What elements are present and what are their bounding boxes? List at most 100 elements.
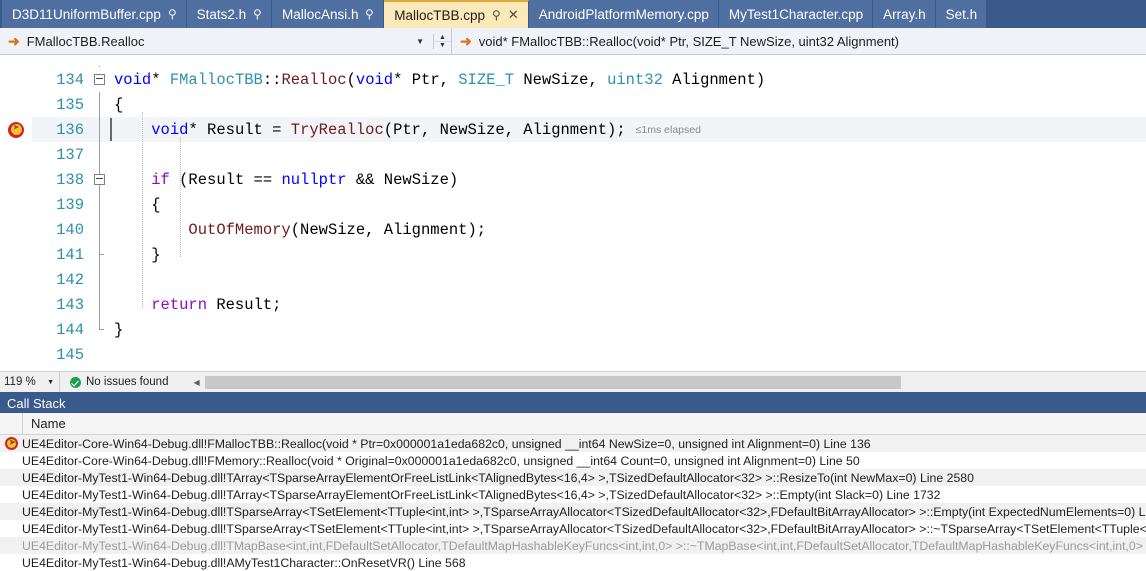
hscroll-track[interactable] xyxy=(204,375,1146,389)
code-line[interactable]: 140 OutOfMemory(NewSize, Alignment); xyxy=(0,217,1146,242)
code-token: uint32 xyxy=(607,70,663,89)
editor-tab[interactable]: Set.h xyxy=(935,0,988,28)
code-line[interactable]: 134 void* FMallocTBB::Realloc(void* Ptr, … xyxy=(0,67,1146,92)
editor-tab[interactable]: AndroidPlatformMemory.cpp xyxy=(528,0,719,28)
editor-tab[interactable]: MallocTBB.cpp ⚲ ✕ xyxy=(384,0,529,28)
fold-column[interactable] xyxy=(88,142,110,167)
fold-column[interactable] xyxy=(88,292,110,317)
code-token: * Result = xyxy=(188,120,291,139)
code-text[interactable] xyxy=(110,267,1146,292)
code-line[interactable]: 141 } xyxy=(0,242,1146,267)
editor-tab[interactable]: Array.h xyxy=(873,0,936,28)
code-text[interactable]: } xyxy=(110,317,1146,342)
code-text[interactable] xyxy=(110,142,1146,167)
pin-icon[interactable]: ⚲ xyxy=(492,8,501,22)
code-text[interactable]: void* FMallocTBB::Realloc(void* Ptr, SIZ… xyxy=(110,67,1146,92)
code-line[interactable]: 144} xyxy=(0,317,1146,342)
code-line[interactable]: 142 xyxy=(0,267,1146,292)
code-text[interactable]: OutOfMemory(NewSize, Alignment); xyxy=(110,217,1146,242)
code-line[interactable]: 135 { xyxy=(0,92,1146,117)
code-editor[interactable]: 133134void* FMallocTBB::Realloc(void* Pt… xyxy=(0,55,1146,392)
code-token: nullptr xyxy=(281,170,347,189)
scroll-left-icon[interactable]: ◀ xyxy=(188,378,204,387)
code-token: (Ptr, NewSize, Alignment); xyxy=(383,120,626,139)
call-stack-row[interactable]: ➤ UE4Editor-Core-Win64-Debug.dll!FMallocT… xyxy=(0,435,1146,452)
call-stack-row[interactable]: UE4Editor-MyTest1-Win64-Debug.dll!TArray… xyxy=(0,469,1146,486)
editor-gutter[interactable] xyxy=(0,67,32,92)
fold-column[interactable] xyxy=(88,92,110,117)
code-text[interactable]: } xyxy=(110,242,1146,267)
editor-gutter[interactable] xyxy=(0,217,32,242)
code-line[interactable]: 143 return Result; xyxy=(0,292,1146,317)
close-icon[interactable]: ✕ xyxy=(508,7,519,23)
current-statement-icon[interactable]: ➤ xyxy=(8,121,24,138)
fold-column[interactable] xyxy=(88,267,110,292)
member-dropdown[interactable]: ➜ void* FMallocTBB::Realloc(void* Ptr, S… xyxy=(452,28,1146,54)
code-text[interactable]: return Result; xyxy=(110,292,1146,317)
call-stack-row[interactable]: UE4Editor-MyTest1-Win64-Debug.dll!TArray… xyxy=(0,486,1146,503)
fold-column[interactable] xyxy=(88,167,110,192)
call-stack-row[interactable]: UE4Editor-MyTest1-Win64-Debug.dll!TMapBa… xyxy=(0,537,1146,554)
chevron-down-icon[interactable]: ▼ xyxy=(47,379,54,386)
call-stack-frame-text: UE4Editor-MyTest1-Win64-Debug.dll!TSpars… xyxy=(22,504,1146,519)
code-line[interactable]: 138 if (Result == nullptr && NewSize) xyxy=(0,167,1146,192)
code-line[interactable]: 139 { xyxy=(0,192,1146,217)
collapse-region-icon[interactable] xyxy=(93,174,105,185)
call-stack-column-header: Name xyxy=(0,413,1146,435)
editor-gutter[interactable] xyxy=(0,267,32,292)
collapse-region-icon[interactable] xyxy=(93,74,105,85)
pin-icon[interactable]: ⚲ xyxy=(365,7,374,21)
spin-down-icon[interactable]: ▼ xyxy=(434,42,451,49)
editor-gutter[interactable] xyxy=(0,167,32,192)
pin-icon[interactable]: ⚲ xyxy=(253,7,262,21)
editor-gutter[interactable] xyxy=(0,192,32,217)
editor-tab[interactable]: MallocAnsi.h ⚲ xyxy=(271,0,385,28)
fold-end-marker xyxy=(99,242,104,255)
call-stack-row[interactable]: UE4Editor-MyTest1-Win64-Debug.dll!TSpars… xyxy=(0,520,1146,537)
editor-tab[interactable]: Stats2.h ⚲ xyxy=(186,0,272,28)
code-text[interactable]: void* Result = TryRealloc(Ptr, NewSize, … xyxy=(110,117,1146,142)
fold-column[interactable] xyxy=(88,192,110,217)
horizontal-scrollbar[interactable]: ◀ xyxy=(188,372,1146,392)
editor-gutter[interactable] xyxy=(0,142,32,167)
code-line[interactable]: 137 xyxy=(0,142,1146,167)
arrow-glyph: ➤ xyxy=(13,122,20,135)
code-text[interactable]: { xyxy=(110,92,1146,117)
editor-gutter[interactable] xyxy=(0,317,32,342)
scope-dropdown[interactable]: ➜ FMallocTBB.Realloc ▼ ▲ ▼ xyxy=(0,28,452,54)
chevron-down-icon[interactable]: ▼ xyxy=(407,37,433,46)
code-text[interactable]: { xyxy=(110,192,1146,217)
editor-tab-label: MallocAnsi.h xyxy=(281,6,359,22)
editor-gutter[interactable] xyxy=(0,242,32,267)
code-token: if xyxy=(151,170,170,189)
editor-gutter[interactable]: ➤ xyxy=(0,117,32,142)
issues-indicator[interactable]: No issues found xyxy=(60,376,168,388)
editor-tab-label: D3D11UniformBuffer.cpp xyxy=(12,6,161,22)
zoom-level-dropdown[interactable]: 119 % ▼ xyxy=(0,372,60,392)
spin-up-icon[interactable]: ▲ xyxy=(434,34,451,42)
fold-column[interactable] xyxy=(88,67,110,92)
code-segments: void* FMallocTBB::Realloc(void* Ptr, SIZ… xyxy=(114,71,765,89)
code-token: void xyxy=(355,70,394,89)
call-stack-row[interactable]: UE4Editor-MyTest1-Win64-Debug.dll!TSpars… xyxy=(0,503,1146,520)
editor-gutter[interactable] xyxy=(0,92,32,117)
fold-column[interactable] xyxy=(88,117,110,142)
fold-column[interactable] xyxy=(88,317,110,342)
editor-tab[interactable]: D3D11UniformBuffer.cpp ⚲ xyxy=(2,0,187,28)
call-stack-row[interactable]: UE4Editor-MyTest1-Win64-Debug.dll!AMyTes… xyxy=(0,554,1146,571)
call-stack-frame-text: UE4Editor-Core-Win64-Debug.dll!FMallocTB… xyxy=(22,436,871,451)
call-stack-row[interactable]: UE4Editor-Core-Win64-Debug.dll!FMemory::… xyxy=(0,452,1146,469)
nav-spinner[interactable]: ▲ ▼ xyxy=(433,33,451,49)
code-editor-surface[interactable]: 133134void* FMallocTBB::Realloc(void* Pt… xyxy=(0,55,1146,371)
hscroll-thumb[interactable] xyxy=(204,375,902,389)
code-token: return xyxy=(151,295,208,314)
code-line[interactable]: ➤ 136 void* Result = TryRealloc(Ptr, NewS… xyxy=(0,117,1146,142)
editor-gutter[interactable] xyxy=(0,292,32,317)
fold-column[interactable] xyxy=(88,242,110,267)
code-text[interactable]: if (Result == nullptr && NewSize) xyxy=(110,167,1146,192)
call-stack-rows[interactable]: ➤ UE4Editor-Core-Win64-Debug.dll!FMallocT… xyxy=(0,435,1146,571)
editor-tab[interactable]: MyTest1Character.cpp xyxy=(718,0,874,28)
pin-icon[interactable]: ⚲ xyxy=(168,7,177,21)
code-token: Realloc xyxy=(281,70,347,89)
fold-column[interactable] xyxy=(88,217,110,242)
